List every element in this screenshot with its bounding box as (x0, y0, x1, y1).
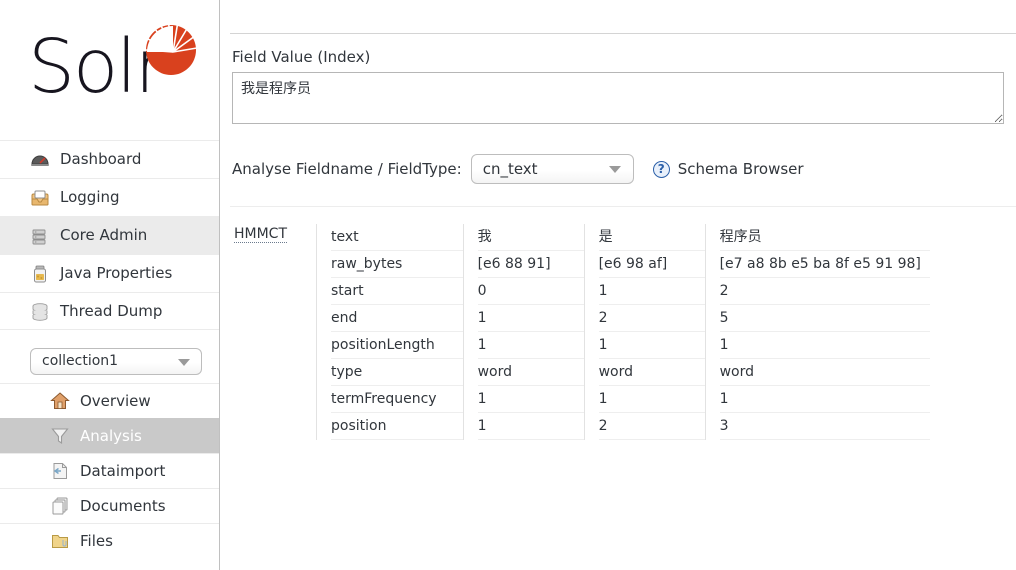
field-value-label: Field Value (Index) (232, 48, 1004, 66)
token-start: 0 (478, 278, 584, 305)
collection-select-wrap: collection1 (30, 348, 202, 375)
token-term-frequency: 1 (599, 386, 705, 413)
sidebar-item-logging[interactable]: Logging (0, 178, 219, 216)
section-divider (230, 206, 1016, 207)
sidebar-item-overview[interactable]: Overview (0, 383, 219, 418)
funnel-filter-icon (50, 426, 70, 446)
top-divider (230, 33, 1016, 34)
token-position: 1 (478, 413, 584, 440)
question-mark-icon[interactable]: ? (653, 161, 670, 178)
attribute-label: position (331, 413, 463, 440)
sidebar-item-label: Java Properties (60, 266, 172, 281)
home-icon (50, 391, 70, 411)
token-raw-bytes: [e6 98 af] (599, 251, 705, 278)
token-text: 我 (478, 224, 584, 251)
token-start: 2 (720, 278, 930, 305)
attribute-label: positionLength (331, 332, 463, 359)
token-end: 1 (478, 305, 584, 332)
token-position-length: 1 (478, 332, 584, 359)
attribute-label: text (331, 224, 463, 251)
sidebar-item-dataimport[interactable]: Dataimport (0, 453, 219, 488)
sidebar-item-thread-dump[interactable]: Thread Dump (0, 292, 219, 330)
analyzer-abbr[interactable]: HMMCT (234, 226, 287, 243)
token-position: 2 (599, 413, 705, 440)
attribute-label: raw_bytes (331, 251, 463, 278)
sidebar-item-label: Dashboard (60, 152, 141, 167)
analyse-fieldtype-label: Analyse Fieldname / FieldType: (232, 160, 462, 178)
sidebar-item-documents[interactable]: Documents (0, 488, 219, 523)
logging-tray-icon (30, 188, 50, 208)
token-column: 是 [e6 98 af] 1 2 1 word 1 2 (584, 224, 705, 440)
token-type: word (720, 359, 930, 386)
attribute-label: type (331, 359, 463, 386)
token-text: 程序员 (720, 224, 930, 251)
attribute-label: start (331, 278, 463, 305)
schema-browser-link[interactable]: ? Schema Browser (653, 160, 804, 178)
dashboard-gauge-icon (30, 150, 50, 170)
attribute-label: termFrequency (331, 386, 463, 413)
table-row: HMMCT text raw_bytes start end positionL… (234, 224, 930, 440)
collection-select[interactable]: collection1 (30, 348, 202, 375)
sidebar-item-label: Files (80, 534, 113, 549)
token-term-frequency: 1 (720, 386, 930, 413)
sidebar-item-java-properties[interactable]: Java Properties (0, 254, 219, 292)
token-type: word (478, 359, 584, 386)
sidebar-item-label: Logging (60, 190, 120, 205)
fieldtype-select-wrap: cn_text (471, 154, 634, 184)
folder-icon (50, 531, 70, 551)
sidebar-item-analysis[interactable]: Analysis (0, 418, 219, 453)
sidebar-item-dashboard[interactable]: Dashboard (0, 140, 219, 178)
core-nav: Overview Analysis Dataim (0, 383, 219, 558)
main-nav: Dashboard Logging (0, 140, 219, 330)
sidebar-item-label: Core Admin (60, 228, 147, 243)
token-start: 1 (599, 278, 705, 305)
token-raw-bytes: [e7 a8 8b e5 ba 8f e5 91 98] (720, 251, 930, 278)
fieldtype-select[interactable]: cn_text (471, 154, 634, 184)
solr-sunburst-logo-icon (137, 22, 197, 84)
analysis-result-table: HMMCT text raw_bytes start end positionL… (234, 224, 930, 440)
token-position: 3 (720, 413, 930, 440)
token-position-length: 1 (720, 332, 930, 359)
token-type: word (599, 359, 705, 386)
sidebar-item-files[interactable]: Files (0, 523, 219, 558)
sidebar: Solr (0, 0, 220, 570)
token-column: 程序员 [e7 a8 8b e5 ba 8f e5 91 98] 2 5 1 w… (705, 224, 930, 440)
token-text: 是 (599, 224, 705, 251)
schema-browser-label: Schema Browser (678, 160, 804, 178)
documents-stack-icon (50, 496, 70, 516)
token-raw-bytes: [e6 88 91] (478, 251, 584, 278)
thread-dump-stack-icon (30, 301, 50, 321)
core-admin-server-icon (30, 226, 50, 246)
sidebar-item-label: Documents (80, 499, 166, 514)
token-term-frequency: 1 (478, 386, 584, 413)
field-value-input[interactable]: 我是程序员 (232, 72, 1004, 124)
solr-admin-app: Solr (0, 0, 1016, 570)
dataimport-arrow-icon (50, 461, 70, 481)
sidebar-item-core-admin[interactable]: Core Admin (0, 216, 219, 254)
collection-selector-wrap: collection1 (0, 330, 219, 383)
token-column: 我 [e6 88 91] 0 1 1 word 1 1 (463, 224, 584, 440)
attribute-name-column: text raw_bytes start end positionLength … (317, 224, 464, 440)
sidebar-item-label: Analysis (80, 429, 142, 444)
attribute-label: end (331, 305, 463, 332)
java-properties-jar-icon (30, 264, 50, 284)
token-end: 5 (720, 305, 930, 332)
analyse-fieldtype-row: Analyse Fieldname / FieldType: cn_text ?… (232, 154, 1004, 184)
solr-logo[interactable]: Solr (0, 0, 219, 140)
token-end: 2 (599, 305, 705, 332)
sidebar-item-label: Thread Dump (60, 304, 162, 319)
analyzer-name-cell: HMMCT (234, 224, 317, 440)
sidebar-item-label: Overview (80, 394, 151, 409)
token-position-length: 1 (599, 332, 705, 359)
content-area: Field Value (Index) 我是程序员 Analyse Fieldn… (220, 0, 1016, 570)
sidebar-item-label: Dataimport (80, 464, 165, 479)
